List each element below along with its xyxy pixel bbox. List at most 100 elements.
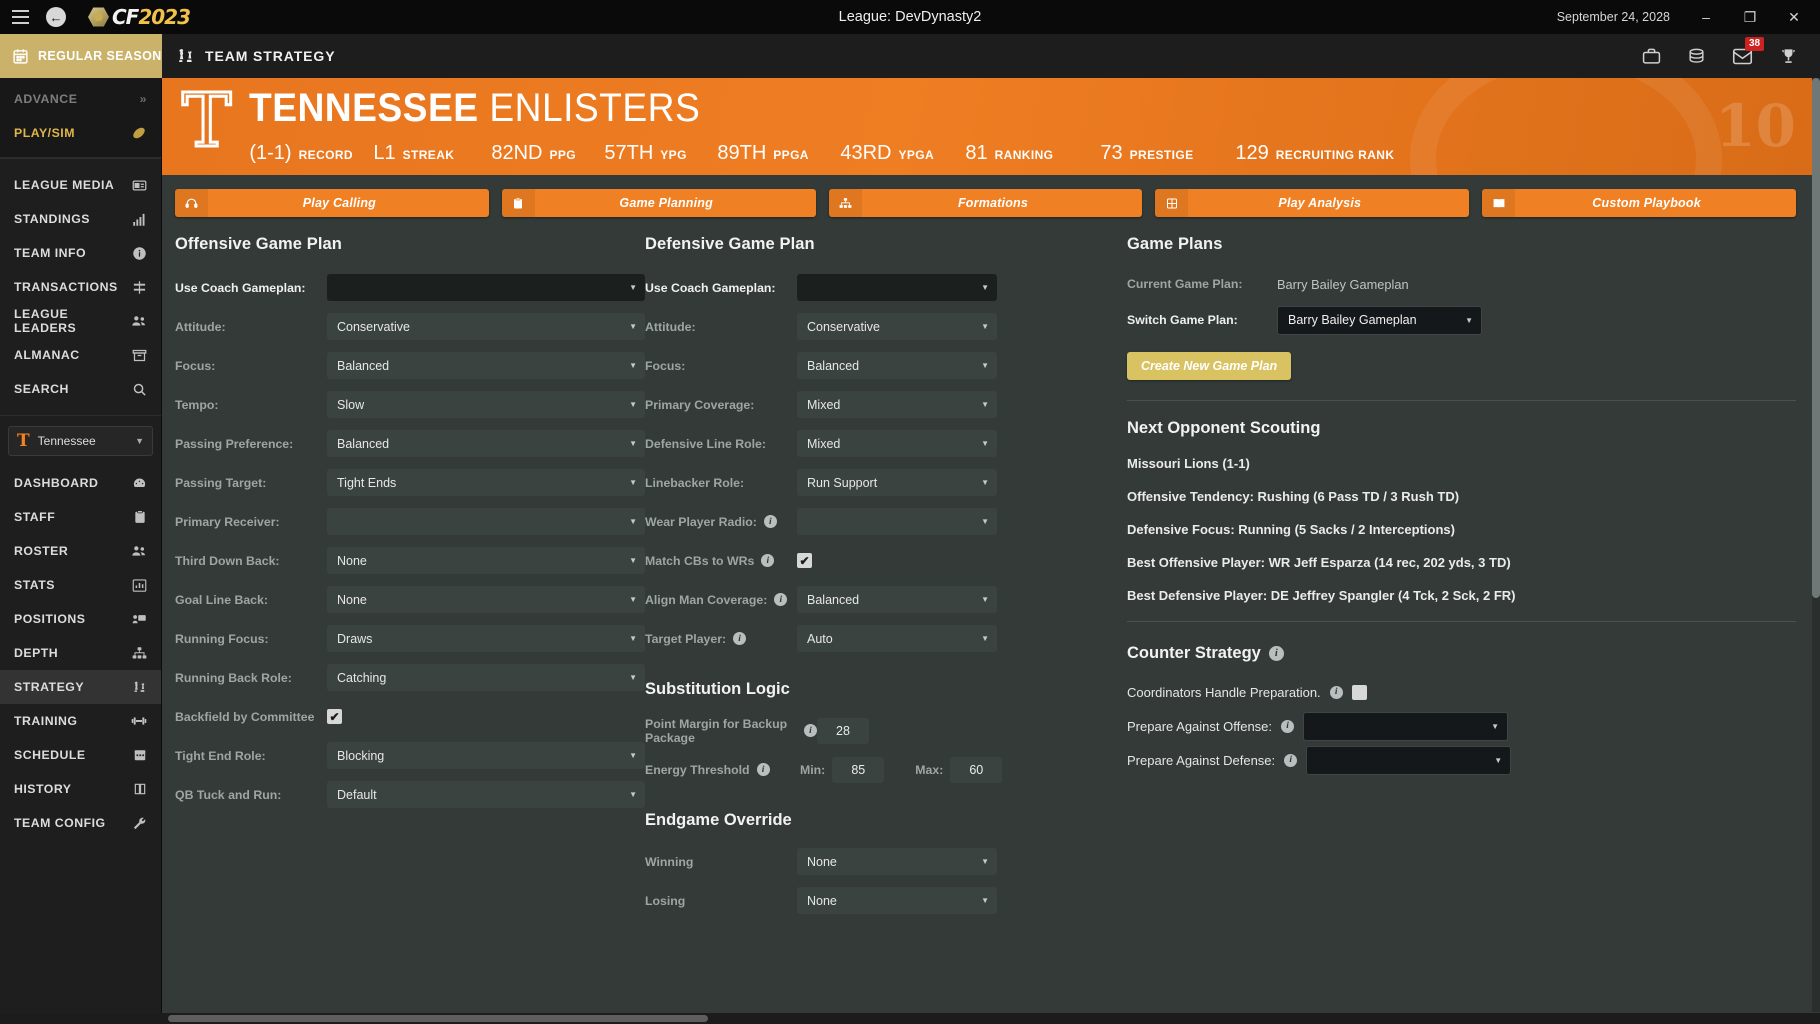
vertical-scrollbar-thumb[interactable]	[1812, 78, 1820, 598]
running-back-role-select[interactable]: Catching▼	[327, 664, 645, 691]
info-icon[interactable]: i	[761, 554, 774, 567]
sidebar-item-label: LEAGUE LEADERS	[14, 307, 131, 335]
wear-player-radio-select[interactable]: ▼	[797, 508, 997, 535]
sidebar-item-almanac[interactable]: ALMANAC	[0, 338, 161, 372]
field-label: Align Man Coverage:	[645, 593, 767, 607]
trophy-icon[interactable]	[1779, 47, 1798, 66]
match-cbs-to-wrs-checkbox[interactable]: ✔	[797, 553, 812, 568]
primary-receiver-select[interactable]: ▼	[327, 508, 645, 535]
info-icon[interactable]: i	[774, 593, 787, 606]
point-margin-input[interactable]: 28	[817, 718, 869, 744]
align-man-coverage-select[interactable]: Balanced▼	[797, 586, 997, 613]
sidebar-item-roster[interactable]: ROSTER	[0, 534, 161, 568]
sidebar-item-team-info[interactable]: TEAM INFO	[0, 236, 161, 270]
tab-game-planning[interactable]: Game Planning	[502, 189, 816, 217]
info-icon[interactable]: i	[733, 632, 746, 645]
sidebar-item-advance[interactable]: ADVANCE »	[0, 82, 161, 116]
team-selector[interactable]: T Tennessee ▼	[8, 426, 153, 456]
focus-select[interactable]: Balanced▼	[327, 352, 645, 379]
sidebar-item-positions[interactable]: POSITIONS	[0, 602, 161, 636]
sidebar-item-depth[interactable]: DEPTH	[0, 636, 161, 670]
maximize-icon[interactable]: ❐	[1728, 0, 1772, 34]
sidebar-item-schedule[interactable]: SCHEDULE	[0, 738, 161, 772]
chess-icon	[176, 47, 195, 66]
hierarchy-icon	[829, 189, 862, 217]
info-icon[interactable]: i	[1269, 646, 1284, 661]
tempo-select[interactable]: Slow▼	[327, 391, 645, 418]
sidebar-item-stats[interactable]: STATS	[0, 568, 161, 602]
attitude-select[interactable]: Conservative▼	[797, 313, 997, 340]
sidebar-item-league-leaders[interactable]: LEAGUE LEADERS	[0, 304, 161, 338]
sidebar-item-team-config[interactable]: TEAM CONFIG	[0, 806, 161, 840]
info-icon[interactable]: i	[757, 763, 770, 776]
linebacker-role-select[interactable]: Run Support▼	[797, 469, 997, 496]
briefcase-icon[interactable]	[1642, 47, 1661, 66]
info-icon[interactable]: i	[1284, 754, 1297, 767]
horizontal-scrollbar-thumb[interactable]	[168, 1015, 708, 1022]
sidebar-item-play-sim[interactable]: PLAY/SIM	[0, 116, 161, 150]
prepare-against-defense-select[interactable]: ▼	[1306, 746, 1511, 775]
coins-icon[interactable]	[1687, 47, 1706, 66]
sidebar-item-dashboard[interactable]: DASHBOARD	[0, 466, 161, 500]
target-player-select[interactable]: Auto▼	[797, 625, 997, 652]
energy-min-input[interactable]: 85	[832, 757, 884, 783]
horizontal-scrollbar[interactable]	[0, 1013, 1820, 1024]
third-down-back-select[interactable]: None▼	[327, 547, 645, 574]
sidebar-item-search[interactable]: SEARCH	[0, 372, 161, 406]
hamburger-menu-icon[interactable]	[0, 10, 40, 24]
field-label: Point Margin for Backup Package	[645, 717, 797, 745]
sidebar-item-training[interactable]: TRAINING	[0, 704, 161, 738]
mail-icon[interactable]: 38	[1732, 46, 1753, 67]
coordinators-handle-preparation-checkbox[interactable]: ✔	[1352, 685, 1367, 700]
running-focus-select[interactable]: Draws▼	[327, 625, 645, 652]
back-arrow-icon[interactable]: ←	[46, 7, 66, 27]
field-prepare-against-defense: Prepare Against Defense: i ▼	[1127, 743, 1796, 777]
info-icon[interactable]: i	[764, 515, 777, 528]
tab-play-analysis[interactable]: Play Analysis	[1155, 189, 1469, 217]
sidebar-item-league-media[interactable]: LEAGUE MEDIA	[0, 168, 161, 202]
backfield-by-committee-checkbox[interactable]: ✔	[327, 709, 342, 724]
select-value: None	[807, 894, 837, 908]
endgame-winning-select[interactable]: None▼	[797, 848, 997, 875]
sidebar-item-standings[interactable]: STANDINGS	[0, 202, 161, 236]
info-icon[interactable]: i	[804, 724, 817, 737]
tab-label: Play Calling	[208, 196, 489, 210]
create-new-game-plan-button[interactable]: Create New Game Plan	[1127, 352, 1291, 380]
passing-preference-select[interactable]: Balanced▼	[327, 430, 645, 457]
passing-target-select[interactable]: Tight Ends▼	[327, 469, 645, 496]
tab-custom-playbook[interactable]: Custom Playbook	[1482, 189, 1796, 217]
endgame-losing-select[interactable]: None▼	[797, 887, 997, 914]
info-icon[interactable]: i	[1281, 720, 1294, 733]
goal-line-back-select[interactable]: None▼	[327, 586, 645, 613]
tight-end-role-select[interactable]: Blocking▼	[327, 742, 645, 769]
minimize-icon[interactable]: –	[1684, 0, 1728, 34]
switch-game-plan-select[interactable]: Barry Bailey Gameplan ▼	[1277, 306, 1482, 335]
primary-coverage-select[interactable]: Mixed▼	[797, 391, 997, 418]
sidebar-item-transactions[interactable]: TRANSACTIONS	[0, 270, 161, 304]
focus-select[interactable]: Balanced▼	[797, 352, 997, 379]
chevron-down-icon: ▼	[1465, 316, 1473, 325]
chevron-down-icon: ▼	[629, 322, 637, 331]
energy-max-input[interactable]: 60	[950, 757, 1002, 783]
info-icon[interactable]: i	[1330, 686, 1343, 699]
close-icon[interactable]: ✕	[1772, 0, 1816, 34]
sidebar-item-strategy[interactable]: STRATEGY	[0, 670, 161, 704]
field-use-coach-gameplan-offense: Use Coach Gameplan: ▼	[175, 268, 645, 307]
use-coach-gameplan-select[interactable]: ▼	[327, 274, 645, 301]
tab-formations[interactable]: Formations	[829, 189, 1143, 217]
season-tab[interactable]: REGULAR SEASON	[0, 34, 162, 78]
sidebar-item-staff[interactable]: STAFF	[0, 500, 161, 534]
attitude-select[interactable]: Conservative▼	[327, 313, 645, 340]
tab-play-calling[interactable]: Play Calling	[175, 189, 489, 217]
use-coach-gameplan-select[interactable]: ▼	[797, 274, 997, 301]
chevron-down-icon: ▼	[629, 400, 637, 409]
sidebar-item-history[interactable]: HISTORY	[0, 772, 161, 806]
qb-tuck-and-run-select[interactable]: Default▼	[327, 781, 645, 808]
sidebar-item-label: STRATEGY	[14, 680, 132, 694]
defensive-line-role-select[interactable]: Mixed▼	[797, 430, 997, 457]
field-label: Winning	[645, 855, 797, 869]
vertical-scrollbar[interactable]	[1812, 78, 1820, 1012]
prepare-against-offense-select[interactable]: ▼	[1303, 712, 1508, 741]
stat-prestige: 73 PRESTIGE	[1100, 142, 1235, 165]
search-icon	[132, 382, 147, 397]
